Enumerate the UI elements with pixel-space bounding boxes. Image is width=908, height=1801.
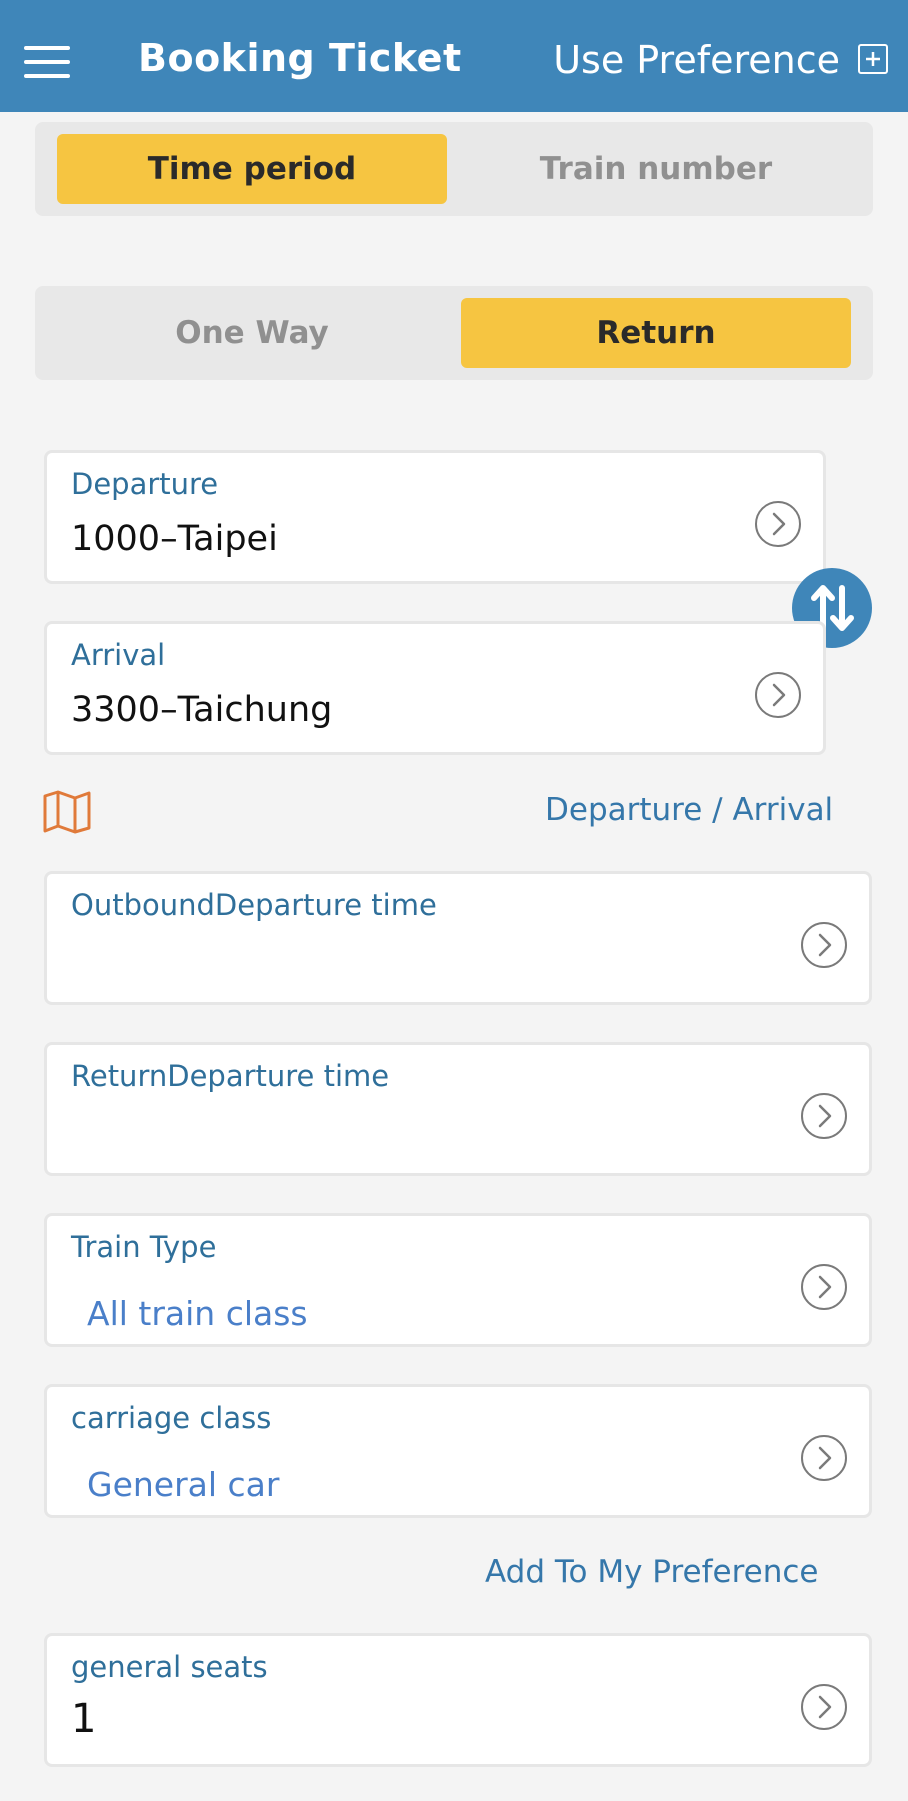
- add-box-icon[interactable]: [858, 44, 888, 74]
- return-time-field[interactable]: ReturnDeparture time: [44, 1042, 872, 1176]
- add-to-preference-link[interactable]: Add To My Preference: [485, 1554, 818, 1590]
- chevron-right-icon: [801, 922, 847, 968]
- general-seats-field[interactable]: general seats 1: [44, 1633, 872, 1767]
- app-header: Booking Ticket Use Preference: [0, 0, 908, 112]
- search-mode-toggle: Time period Train number: [35, 122, 873, 216]
- arrival-label: Arrival: [71, 638, 166, 672]
- train-type-field[interactable]: Train Type All train class: [44, 1213, 872, 1347]
- tab-train-number[interactable]: Train number: [461, 134, 851, 204]
- general-seats-label: general seats: [71, 1650, 268, 1684]
- departure-value: 1000–Taipei: [71, 519, 278, 559]
- menu-icon[interactable]: [24, 46, 70, 78]
- train-type-value: All train class: [87, 1294, 308, 1333]
- tab-time-period[interactable]: Time period: [57, 134, 447, 204]
- carriage-class-label: carriage class: [71, 1401, 272, 1435]
- general-seats-value: 1: [71, 1696, 97, 1742]
- chevron-right-icon: [801, 1684, 847, 1730]
- outbound-time-label: OutboundDeparture time: [71, 888, 437, 922]
- arrival-field[interactable]: Arrival 3300–Taichung: [44, 621, 826, 755]
- chevron-right-icon: [801, 1435, 847, 1481]
- return-time-label: ReturnDeparture time: [71, 1059, 390, 1093]
- chevron-right-icon: [755, 672, 801, 718]
- departure-arrival-link[interactable]: Departure / Arrival: [545, 792, 833, 828]
- page-title: Booking Ticket: [138, 36, 462, 80]
- departure-label: Departure: [71, 467, 219, 501]
- chevron-right-icon: [801, 1093, 847, 1139]
- train-type-label: Train Type: [71, 1230, 217, 1264]
- arrival-value: 3300–Taichung: [71, 690, 333, 730]
- departure-field[interactable]: Departure 1000–Taipei: [44, 450, 826, 584]
- use-preference-button[interactable]: Use Preference: [553, 38, 840, 82]
- outbound-time-field[interactable]: OutboundDeparture time: [44, 871, 872, 1005]
- chevron-right-icon: [755, 501, 801, 547]
- carriage-class-value: General car: [87, 1465, 280, 1504]
- trip-type-toggle: One Way Return: [35, 286, 873, 380]
- chevron-right-icon: [801, 1264, 847, 1310]
- tab-one-way[interactable]: One Way: [57, 298, 447, 368]
- tab-return[interactable]: Return: [461, 298, 851, 368]
- carriage-class-field[interactable]: carriage class General car: [44, 1384, 872, 1518]
- map-icon[interactable]: [42, 790, 92, 834]
